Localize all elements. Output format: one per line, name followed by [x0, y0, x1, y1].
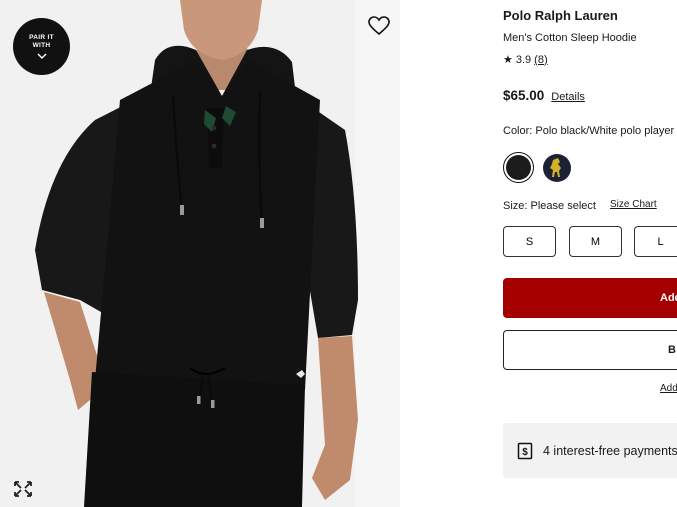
price-row: $65.00 Details [503, 88, 585, 103]
product-image-gallery: PAIR IT WITH [0, 0, 400, 507]
color-swatch-navy[interactable] [543, 154, 571, 182]
product-info-panel: Polo Ralph Lauren Men's Cotton Sleep Hoo… [503, 0, 677, 507]
add-link[interactable]: Add [660, 383, 677, 394]
pair-it-with-button[interactable]: PAIR IT WITH [13, 18, 70, 75]
size-option-l[interactable]: L [634, 226, 677, 257]
color-label: Color: Polo black/White polo player [503, 125, 675, 137]
svg-text:$: $ [522, 447, 528, 458]
price-details-link[interactable]: Details [551, 91, 585, 103]
buy-now-button[interactable]: B [503, 330, 677, 370]
color-swatch-black[interactable] [503, 152, 534, 183]
installments-text: 4 interest-free payments [543, 443, 677, 458]
product-name: Men's Cotton Sleep Hoodie [503, 32, 637, 44]
product-rating: ★ 3.9 (8) [503, 53, 548, 67]
product-photo [35, 0, 358, 507]
size-label: Size: Please select [503, 200, 596, 212]
product-brand[interactable]: Polo Ralph Lauren [503, 8, 618, 23]
size-option-s[interactable]: S [503, 226, 556, 257]
add-to-bag-button[interactable]: Add [503, 278, 677, 318]
size-chart-link[interactable]: Size Chart [610, 199, 657, 210]
add-to-bag-label: Add [660, 292, 677, 304]
review-count-link[interactable]: (8) [534, 54, 547, 66]
size-option-m[interactable]: M [569, 226, 622, 257]
product-price: $65.00 [503, 88, 545, 103]
expand-icon[interactable] [13, 480, 33, 498]
pair-it-with-label: PAIR IT WITH [29, 34, 54, 49]
heart-icon[interactable] [368, 16, 390, 36]
rating-value: 3.9 [515, 53, 532, 66]
installments-banner[interactable]: $ 4 interest-free payments [503, 423, 677, 478]
dollar-document-icon: $ [517, 442, 533, 459]
buy-now-label: B [668, 344, 676, 356]
chevron-down-icon [37, 53, 46, 59]
star-icon: ★ [503, 54, 513, 66]
pony-logo-icon [550, 158, 561, 177]
